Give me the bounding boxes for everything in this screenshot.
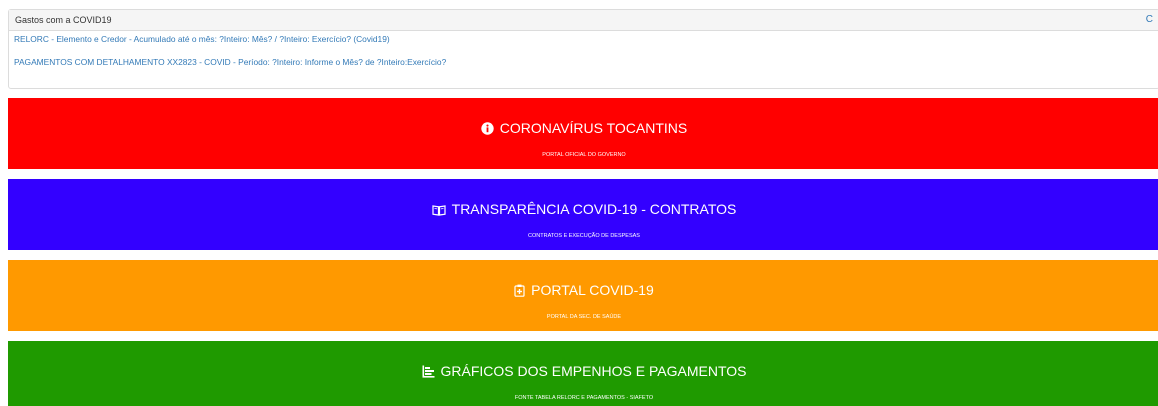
panel-title: Gastos com a COVID19 — [15, 15, 112, 25]
tile-title-text: TRANSPARÊNCIA COVID-19 - CONTRATOS — [451, 201, 737, 217]
tile-title: GRÁFICOS DOS EMPENHOS E PAGAMENTOS — [8, 362, 1158, 382]
tile-title-text: GRÁFICOS DOS EMPENHOS E PAGAMENTOS — [440, 363, 747, 379]
tile-coronavirus-tocantins[interactable]: CORONAVÍRUS TOCANTINS PORTAL OFICIAL DO … — [8, 98, 1158, 169]
tile-transparencia-contratos[interactable]: TRANSPARÊNCIA COVID-19 - CONTRATOS CONTR… — [8, 179, 1158, 250]
tile-title-text: PORTAL COVID-19 — [531, 282, 654, 298]
book-open-icon — [432, 202, 446, 220]
bar-chart-icon — [422, 364, 435, 382]
tile-graficos-empenhos[interactable]: GRÁFICOS DOS EMPENHOS E PAGAMENTOS FONTE… — [8, 341, 1158, 406]
tile-subtitle: CONTRATOS E EXECUÇÃO DE DESPESAS — [528, 233, 640, 239]
tile-title: PORTAL COVID-19 — [8, 281, 1158, 301]
tile-subtitle: PORTAL DA SEC. DE SAÚDE — [546, 314, 622, 320]
info-circle-icon — [481, 121, 494, 139]
refresh-icon[interactable]: C — [1146, 10, 1153, 30]
tile-subtitle: FONTE TABELA RELORC E PAGAMENTOS - SIAFE… — [514, 395, 654, 401]
tile-title: CORONAVÍRUS TOCANTINS — [8, 119, 1158, 139]
covid-expenses-panel: Gastos com a COVID19 C — [8, 9, 1158, 89]
report-link-pagamentos[interactable]: PAGAMENTOS COM DETALHAMENTO XX2823 - COV… — [14, 56, 446, 68]
tile-title: TRANSPARÊNCIA COVID-19 - CONTRATOS — [8, 200, 1158, 220]
report-link-relorc[interactable]: RELORC - Elemento e Credor - Acumulado a… — [14, 33, 390, 45]
clipboard-plus-icon — [514, 283, 525, 301]
tile-title-text: CORONAVÍRUS TOCANTINS — [499, 120, 688, 136]
tile-portal-covid[interactable]: PORTAL COVID-19 PORTAL DA SEC. DE SAÚDE — [8, 260, 1158, 331]
panel-heading: Gastos com a COVID19 C — [9, 10, 1158, 31]
tile-subtitle: PORTAL OFICIAL DO GOVERNO — [542, 152, 626, 158]
